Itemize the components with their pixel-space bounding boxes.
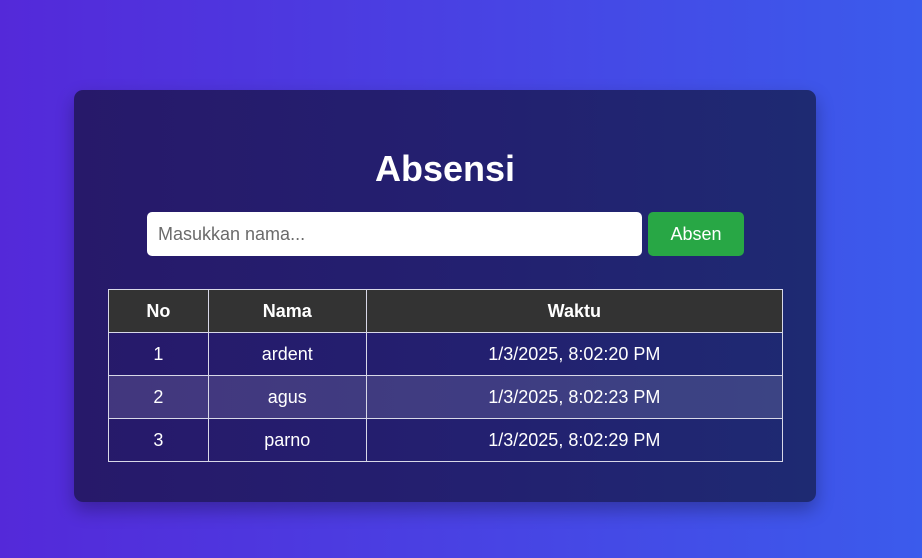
absen-button[interactable]: Absen — [648, 212, 744, 256]
table-row: 1 ardent 1/3/2025, 8:02:20 PM — [108, 332, 784, 376]
cell-no: 1 — [108, 332, 209, 376]
page-title: Absensi — [374, 148, 516, 189]
cell-waktu: 1/3/2025, 8:02:29 PM — [365, 418, 784, 462]
header-no: No — [108, 289, 209, 333]
cell-nama: ardent — [207, 332, 367, 376]
table-row: 2 agus 1/3/2025, 8:02:23 PM — [108, 375, 784, 419]
cell-nama: agus — [207, 375, 367, 419]
name-input[interactable] — [147, 212, 642, 256]
attendance-form: Absen — [147, 212, 744, 256]
cell-nama: parno — [207, 418, 367, 462]
table-row: 3 parno 1/3/2025, 8:02:29 PM — [108, 418, 784, 462]
cell-no: 2 — [108, 375, 209, 419]
header-waktu: Waktu — [365, 289, 784, 333]
cell-waktu: 1/3/2025, 8:02:23 PM — [365, 375, 784, 419]
cell-waktu: 1/3/2025, 8:02:20 PM — [365, 332, 784, 376]
table-header-row: No Nama Waktu — [108, 289, 784, 333]
cell-no: 3 — [108, 418, 209, 462]
attendance-card: Absensi Absen No Nama Waktu 1 ardent 1/3… — [74, 90, 816, 502]
header-nama: Nama — [207, 289, 367, 333]
attendance-table: No Nama Waktu 1 ardent 1/3/2025, 8:02:20… — [108, 289, 784, 462]
